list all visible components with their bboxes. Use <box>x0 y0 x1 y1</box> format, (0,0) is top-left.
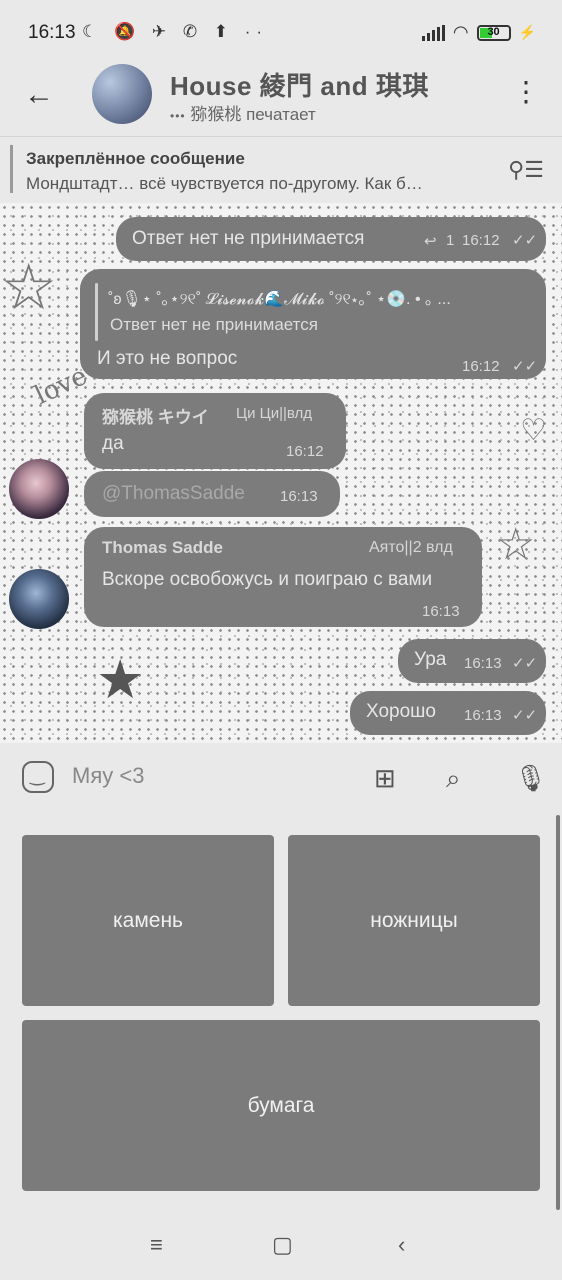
status-notification-icons: ☾ 🔕 ✈ ✆ ⬆ ·· <box>82 22 269 41</box>
message-bubble-incoming[interactable]: Thomas Sadde Аято||2 влд Вскоре освобожу… <box>84 527 482 627</box>
message-bubble-outgoing[interactable]: Ура 16:13 ✓✓ <box>398 639 546 683</box>
attach-paperclip-icon[interactable]: ⌕ <box>446 763 461 795</box>
chat-subtitle: ••• 猕猴桃 печатает <box>170 100 316 125</box>
author-badge: Ци Ци||влд <box>236 405 313 422</box>
charging-icon: ⚡ <box>518 24 536 40</box>
back-arrow-icon[interactable]: ← <box>24 78 54 112</box>
star-doodle-icon: ★ <box>96 648 145 711</box>
heart-doodle-icon: ♡ <box>520 413 547 448</box>
keyboard-button-label: ножницы <box>370 908 458 932</box>
sticker-emoji-icon[interactable] <box>22 761 54 793</box>
chat-title[interactable]: House 綾門 and 琪琪 <box>170 66 429 103</box>
battery-level: 30 <box>487 25 500 38</box>
system-nav-bar: ≡ ▢ ‹ <box>0 1210 562 1280</box>
quote-text: Ответ нет не принимается <box>110 315 318 334</box>
reply-icon: ↩ <box>424 233 437 250</box>
keyboard-button-scissors[interactable]: ножницы <box>288 835 540 1006</box>
pinned-message[interactable]: Закреплённое сообщение Мондштадт… всё чу… <box>0 136 562 204</box>
quote-bar <box>95 283 98 341</box>
microphone-icon[interactable]: 🎙 <box>514 763 547 794</box>
bot-keyboard-icon[interactable]: ⊞ <box>374 763 396 794</box>
home-square-icon[interactable]: ▢ <box>272 1232 293 1258</box>
typing-dots-icon: ••• <box>170 109 186 123</box>
signal-icon <box>421 24 445 41</box>
message-text: Вскоре освобожусь и поиграю с вами <box>102 569 433 590</box>
pin-list-icon[interactable]: ⚲☰ <box>508 157 544 183</box>
message-time: 16:12 <box>286 443 324 460</box>
status-time: 16:13 <box>28 22 76 43</box>
read-checks-icon: ✓✓ <box>512 358 538 375</box>
author-badge: Аято||2 влд <box>369 539 453 556</box>
battery-icon: 30 <box>476 24 511 41</box>
message-author: 猕猴桃 キウイ <box>102 408 209 427</box>
message-text: Ура <box>414 649 447 670</box>
keyboard-button-rock[interactable]: камень <box>22 835 274 1006</box>
message-time: 16:13 <box>464 655 502 672</box>
read-checks-icon: ✓✓ <box>512 232 538 249</box>
quote-author: ˚ʚ🎙⋆ ˚｡⋆୨୧˚ 𝓛𝓲𝓼𝓮𝓷𝓸𝓴🌊𝓜𝓲𝓴𝓸 ˚୨୧⋆｡˚ ⋆💿. • ｡ … <box>108 291 451 308</box>
pinned-indicator <box>10 145 13 193</box>
message-bubble-outgoing[interactable]: ˚ʚ🎙⋆ ˚｡⋆୨୧˚ 𝓛𝓲𝓼𝓮𝓷𝓸𝓴🌊𝓜𝓲𝓴𝓸 ˚୨୧⋆｡˚ ⋆💿. • ｡ … <box>80 269 546 379</box>
read-checks-icon: ✓✓ <box>512 655 538 672</box>
message-time: 16:12 <box>462 232 500 249</box>
message-composer: Мяу <3 ⊞ ⌕ 🎙 <box>0 743 562 815</box>
recents-menu-icon[interactable]: ≡ <box>150 1232 163 1258</box>
message-bubble-incoming[interactable]: 猕猴桃 キウイ Ци Ци||влд да 16:12 <box>84 393 346 469</box>
message-input[interactable]: Мяу <3 <box>72 763 144 789</box>
reply-count: 1 <box>446 232 455 249</box>
chat-messages[interactable]: ☆ love ☆ ★ ♡ Ответ нет не принимается ↩ … <box>0 203 562 743</box>
wifi-icon: ◠ <box>452 22 469 42</box>
status-bar: 16:13 ☾ 🔕 ✈ ✆ ⬆ ·· ◠ 30 ⚡ <box>0 0 562 66</box>
message-time: 16:12 <box>462 358 500 375</box>
mention-link[interactable]: @ThomasSadde <box>102 483 245 505</box>
message-time: 16:13 <box>464 707 502 724</box>
message-text: Ответ нет не принимается <box>132 228 365 249</box>
message-time: 16:13 <box>280 488 318 505</box>
read-checks-icon: ✓✓ <box>512 707 538 724</box>
keyboard-button-paper[interactable]: бумага <box>22 1020 540 1191</box>
back-chevron-icon[interactable]: ‹ <box>398 1232 405 1258</box>
star-doodle-icon: ☆ <box>496 519 536 570</box>
chat-header: ← House 綾門 and 琪琪 ••• 猕猴桃 печатает ⋮ <box>0 58 562 134</box>
more-menu-icon[interactable]: ⋮ <box>512 78 540 106</box>
message-bubble-outgoing[interactable]: Хорошо 16:13 ✓✓ <box>350 691 546 735</box>
group-avatar[interactable] <box>92 64 152 124</box>
keyboard-button-label: бумага <box>247 1093 315 1117</box>
message-text: Хорошо <box>366 701 436 722</box>
pinned-title: Закреплённое сообщение <box>26 149 245 168</box>
pinned-text: Мондштадт… всё чувствуется по-другому. К… <box>26 174 423 193</box>
bot-keyboard: камень ножницы бумага <box>0 815 562 1210</box>
keyboard-button-label: камень <box>113 908 183 932</box>
message-text: да <box>102 433 124 454</box>
message-bubble-outgoing[interactable]: Ответ нет не принимается ↩ 1 16:12 ✓✓ <box>116 217 546 261</box>
message-time: 16:13 <box>422 603 460 620</box>
user-avatar[interactable] <box>9 569 69 629</box>
user-avatar[interactable] <box>9 459 69 519</box>
message-author: Thomas Sadde <box>102 538 223 557</box>
message-text: И это не вопрос <box>97 348 238 369</box>
star-doodle-icon: ☆ <box>0 251 58 325</box>
keyboard-scrollbar[interactable] <box>556 815 560 1210</box>
message-bubble-incoming[interactable]: @ThomasSadde 16:13 <box>84 471 340 517</box>
typing-status: 猕猴桃 печатает <box>190 105 316 124</box>
